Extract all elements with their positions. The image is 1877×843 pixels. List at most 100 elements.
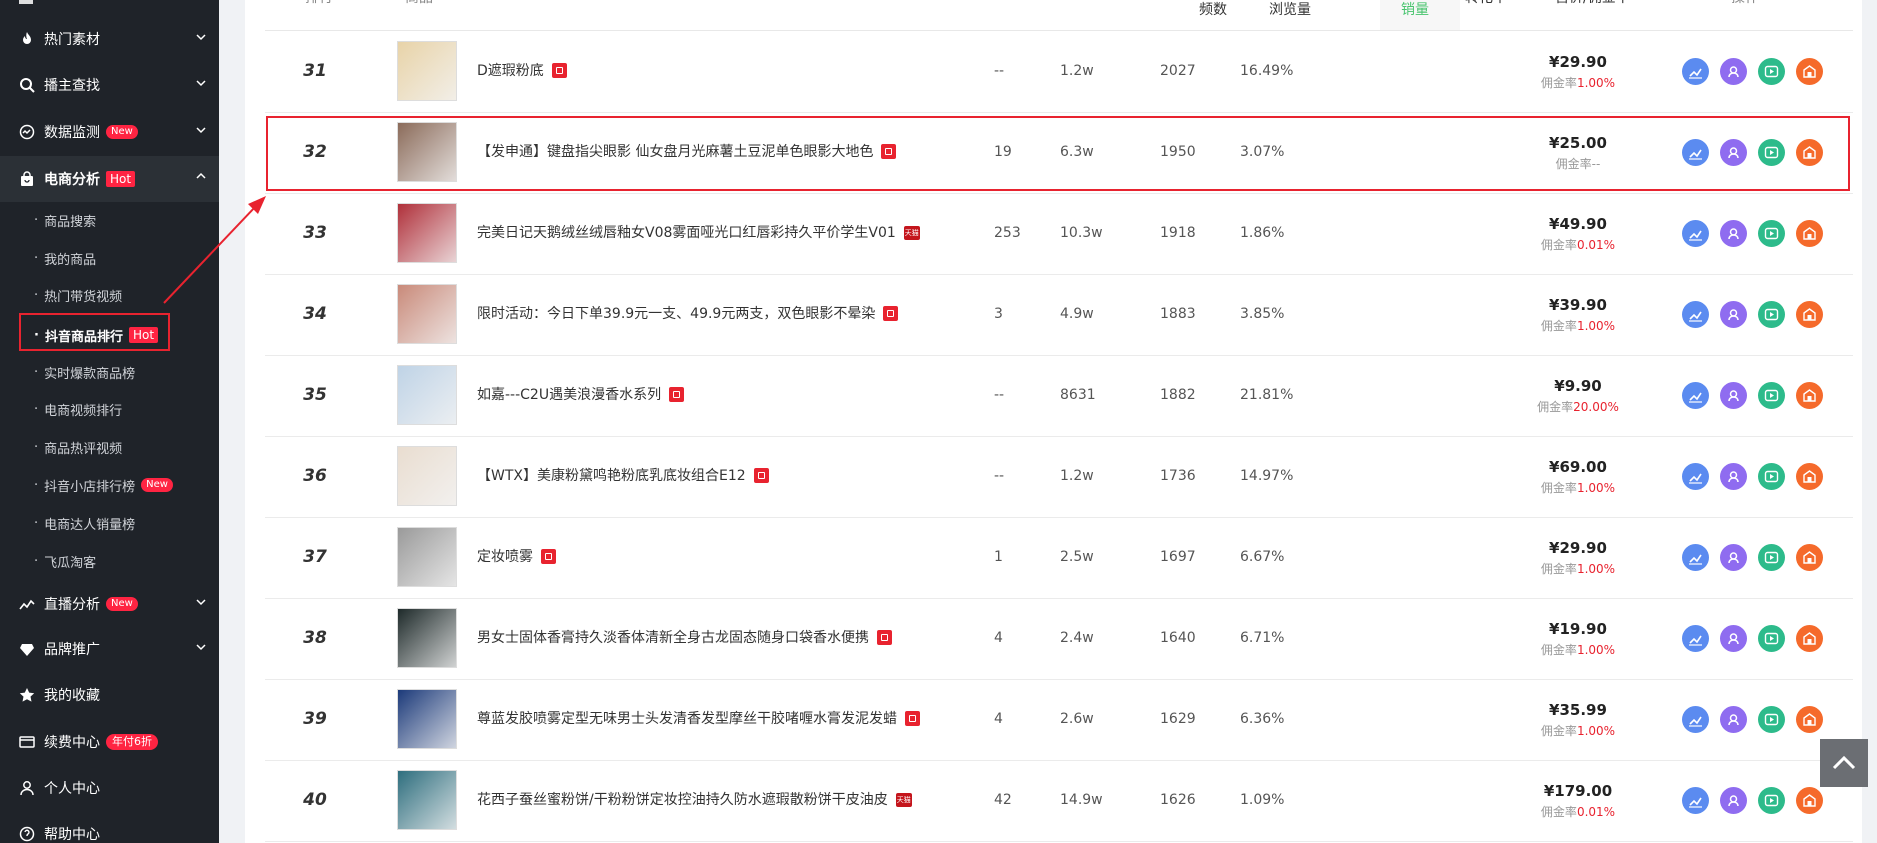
table-row[interactable]: 40 花西子蚕丝蜜粉饼/干粉粉饼定妆控油持久防水遮瑕散粉饼干皮油皮 天猫 42 14.9… <box>265 760 1853 842</box>
shop-home-icon[interactable] <box>1796 301 1823 328</box>
table-row[interactable]: 38 男女士固体香膏持久淡香体清新全身古龙固态随身口袋香水便携 4 2.4w 1640 6… <box>265 598 1853 680</box>
table-row[interactable]: 34 限时活动：今日下单39.9元一支、49.9元两支，双色眼影不晕染 3 4.9w 1… <box>265 274 1853 356</box>
trend-chart-icon[interactable] <box>1682 463 1709 490</box>
play-video-icon[interactable] <box>1758 139 1785 166</box>
trend-chart-icon[interactable] <box>1682 220 1709 247</box>
play-video-icon[interactable] <box>1758 382 1785 409</box>
user-profile-icon[interactable] <box>1720 139 1747 166</box>
product-thumbnail[interactable] <box>397 689 457 749</box>
header-views[interactable]: 浏览量 <box>1269 0 1311 20</box>
subnav-douyin-product-ranking[interactable]: · 抖音商品排行 Hot <box>0 313 219 354</box>
user-profile-icon[interactable] <box>1720 625 1747 652</box>
table-row[interactable]: 31 D遮瑕粉底 -- 1.2w 2027 16.49% ¥29.90 佣金率1.00% <box>265 31 1853 113</box>
shop-home-icon[interactable] <box>1796 382 1823 409</box>
product-name-link[interactable]: 定妆喷雾 <box>477 517 556 598</box>
subnav-realtime-hot-list[interactable]: · 实时爆款商品榜 <box>0 353 219 391</box>
subnav-feigua-taoke[interactable]: · 飞瓜淘客 <box>0 542 219 580</box>
nav-ecommerce-analysis[interactable]: 电商分析 Hot <box>0 156 219 202</box>
help-icon <box>19 826 35 842</box>
table-row[interactable]: 35 如嘉---C2U遇美浪漫香水系列 -- 8631 1882 21.81% ¥9.90 佣… <box>265 355 1853 437</box>
trend-chart-icon[interactable] <box>1682 625 1709 652</box>
product-name-link[interactable]: D遮瑕粉底 <box>477 31 567 112</box>
trend-chart-icon[interactable] <box>1682 787 1709 814</box>
user-profile-icon[interactable] <box>1720 544 1747 571</box>
play-video-icon[interactable] <box>1758 787 1785 814</box>
trend-chart-icon[interactable] <box>1682 382 1709 409</box>
play-video-icon[interactable] <box>1758 58 1785 85</box>
nav-help-center[interactable]: 帮助中心 <box>0 812 219 843</box>
shop-home-icon[interactable] <box>1796 139 1823 166</box>
play-video-icon[interactable] <box>1758 625 1785 652</box>
commission-rate: 佣金率1.00% <box>1540 481 1616 495</box>
rank-number: 36 <box>303 466 327 486</box>
subnav-hot-videos[interactable]: · 热门带货视频 <box>0 276 219 314</box>
user-profile-icon[interactable] <box>1720 382 1747 409</box>
subnav-product-review-videos[interactable]: · 商品热评视频 <box>0 428 219 466</box>
user-profile-icon[interactable] <box>1720 463 1747 490</box>
subnav-ecommerce-video-ranking[interactable]: · 电商视频排行 <box>0 390 219 428</box>
user-profile-icon[interactable] <box>1720 220 1747 247</box>
subnav-influencer-sales-ranking[interactable]: · 电商达人销量榜 <box>0 504 219 542</box>
subnav-product-search[interactable]: · 商品搜索 <box>0 201 219 239</box>
product-name-link[interactable]: 【发申通】键盘指尖眼影 仙女盘月光麻薯土豆泥单色眼影大地色 <box>477 112 897 193</box>
trend-chart-icon[interactable] <box>1682 706 1709 733</box>
nav-brand-promotion[interactable]: 品牌推广 <box>0 627 219 671</box>
trend-chart-icon[interactable] <box>1682 544 1709 571</box>
product-name-link[interactable]: 花西子蚕丝蜜粉饼/干粉粉饼定妆控油持久防水遮瑕散粉饼干皮油皮 天猫 <box>477 760 912 841</box>
play-video-icon[interactable] <box>1758 220 1785 247</box>
nav-data-monitor[interactable]: 数据监测 New <box>0 110 219 154</box>
shop-home-icon[interactable] <box>1796 463 1823 490</box>
table-row[interactable]: 32 【发申通】键盘指尖眼影 仙女盘月光麻薯土豆泥单色眼影大地色 19 6.3w 195… <box>265 112 1853 194</box>
shop-home-icon[interactable] <box>1796 220 1823 247</box>
table-row[interactable]: 39 尊蓝发胶喷雾定型无味男士头发清香发型摩丝干胶啫喱水膏发泥发蜡 4 2.6w 162… <box>265 679 1853 761</box>
shop-home-icon[interactable] <box>1796 544 1823 571</box>
table-row[interactable]: 33 完美日记天鹅绒丝绒唇釉女V08雾面哑光口红唇彩持久平价学生V01 天猫 253 1… <box>265 193 1853 275</box>
shop-home-icon[interactable] <box>1796 706 1823 733</box>
play-video-icon[interactable] <box>1758 706 1785 733</box>
shop-home-icon[interactable] <box>1796 58 1823 85</box>
header-price-commission[interactable]: 售价/佣金率 <box>1555 0 1630 8</box>
nav-streamer-search[interactable]: 播主查找 <box>0 63 219 107</box>
table-row[interactable]: 36 【WTX】美康粉黛鸣艳粉底乳底妆组合E12 -- 1.2w 1736 14.97% ¥… <box>265 436 1853 518</box>
product-thumbnail[interactable] <box>397 122 457 182</box>
product-thumbnail[interactable] <box>397 203 457 263</box>
header-sales[interactable]: 销量 <box>1401 0 1429 20</box>
product-thumbnail[interactable] <box>397 608 457 668</box>
product-thumbnail[interactable] <box>397 365 457 425</box>
product-name-link[interactable]: 如嘉---C2U遇美浪漫香水系列 <box>477 355 685 436</box>
shop-home-icon[interactable] <box>1796 787 1823 814</box>
product-thumbnail[interactable] <box>397 41 457 101</box>
trend-chart-icon[interactable] <box>1682 139 1709 166</box>
trend-chart-icon[interactable] <box>1682 301 1709 328</box>
header-conversion[interactable]: 转化率 <box>1465 0 1507 8</box>
product-thumbnail[interactable] <box>397 527 457 587</box>
user-profile-icon[interactable] <box>1720 706 1747 733</box>
product-thumbnail[interactable] <box>397 284 457 344</box>
page-scrollbar[interactable] <box>1862 0 1877 843</box>
product-thumbnail[interactable] <box>397 446 457 506</box>
play-video-icon[interactable] <box>1758 301 1785 328</box>
shop-home-icon[interactable] <box>1796 625 1823 652</box>
user-profile-icon[interactable] <box>1720 58 1747 85</box>
user-profile-icon[interactable] <box>1720 787 1747 814</box>
header-frequency[interactable]: 频数 <box>1199 0 1227 20</box>
play-video-icon[interactable] <box>1758 544 1785 571</box>
subnav-douyin-shop-ranking[interactable]: · 抖音小店排行榜 New <box>0 466 219 504</box>
nav-renewal-center[interactable]: 续费中心 年付6折 <box>0 720 219 764</box>
product-thumbnail[interactable] <box>397 770 457 830</box>
subnav-my-products[interactable]: · 我的商品 <box>0 239 219 277</box>
nav-hot-material[interactable]: 热门素材 <box>0 17 219 61</box>
product-name-link[interactable]: 【WTX】美康粉黛鸣艳粉底乳底妆组合E12 <box>477 436 769 517</box>
nav-my-favorites[interactable]: 我的收藏 <box>0 673 219 717</box>
play-video-icon[interactable] <box>1758 463 1785 490</box>
nav-personal-center[interactable]: 个人中心 <box>0 766 219 810</box>
user-profile-icon[interactable] <box>1720 301 1747 328</box>
trend-chart-icon[interactable] <box>1682 58 1709 85</box>
back-to-top-button[interactable] <box>1820 739 1868 787</box>
table-row[interactable]: 37 定妆喷雾 1 2.5w 1697 6.67% ¥29.90 佣金率1.00% <box>265 517 1853 599</box>
product-name-link[interactable]: 完美日记天鹅绒丝绒唇釉女V08雾面哑光口红唇彩持久平价学生V01 天猫 <box>477 193 920 274</box>
product-name-link[interactable]: 男女士固体香膏持久淡香体清新全身古龙固态随身口袋香水便携 <box>477 598 892 679</box>
nav-live-analysis[interactable]: 直播分析 New <box>0 582 219 626</box>
product-name-link[interactable]: 尊蓝发胶喷雾定型无味男士头发清香发型摩丝干胶啫喱水膏发泥发蜡 <box>477 679 920 760</box>
product-name-link[interactable]: 限时活动：今日下单39.9元一支、49.9元两支，双色眼影不晕染 <box>477 274 899 355</box>
